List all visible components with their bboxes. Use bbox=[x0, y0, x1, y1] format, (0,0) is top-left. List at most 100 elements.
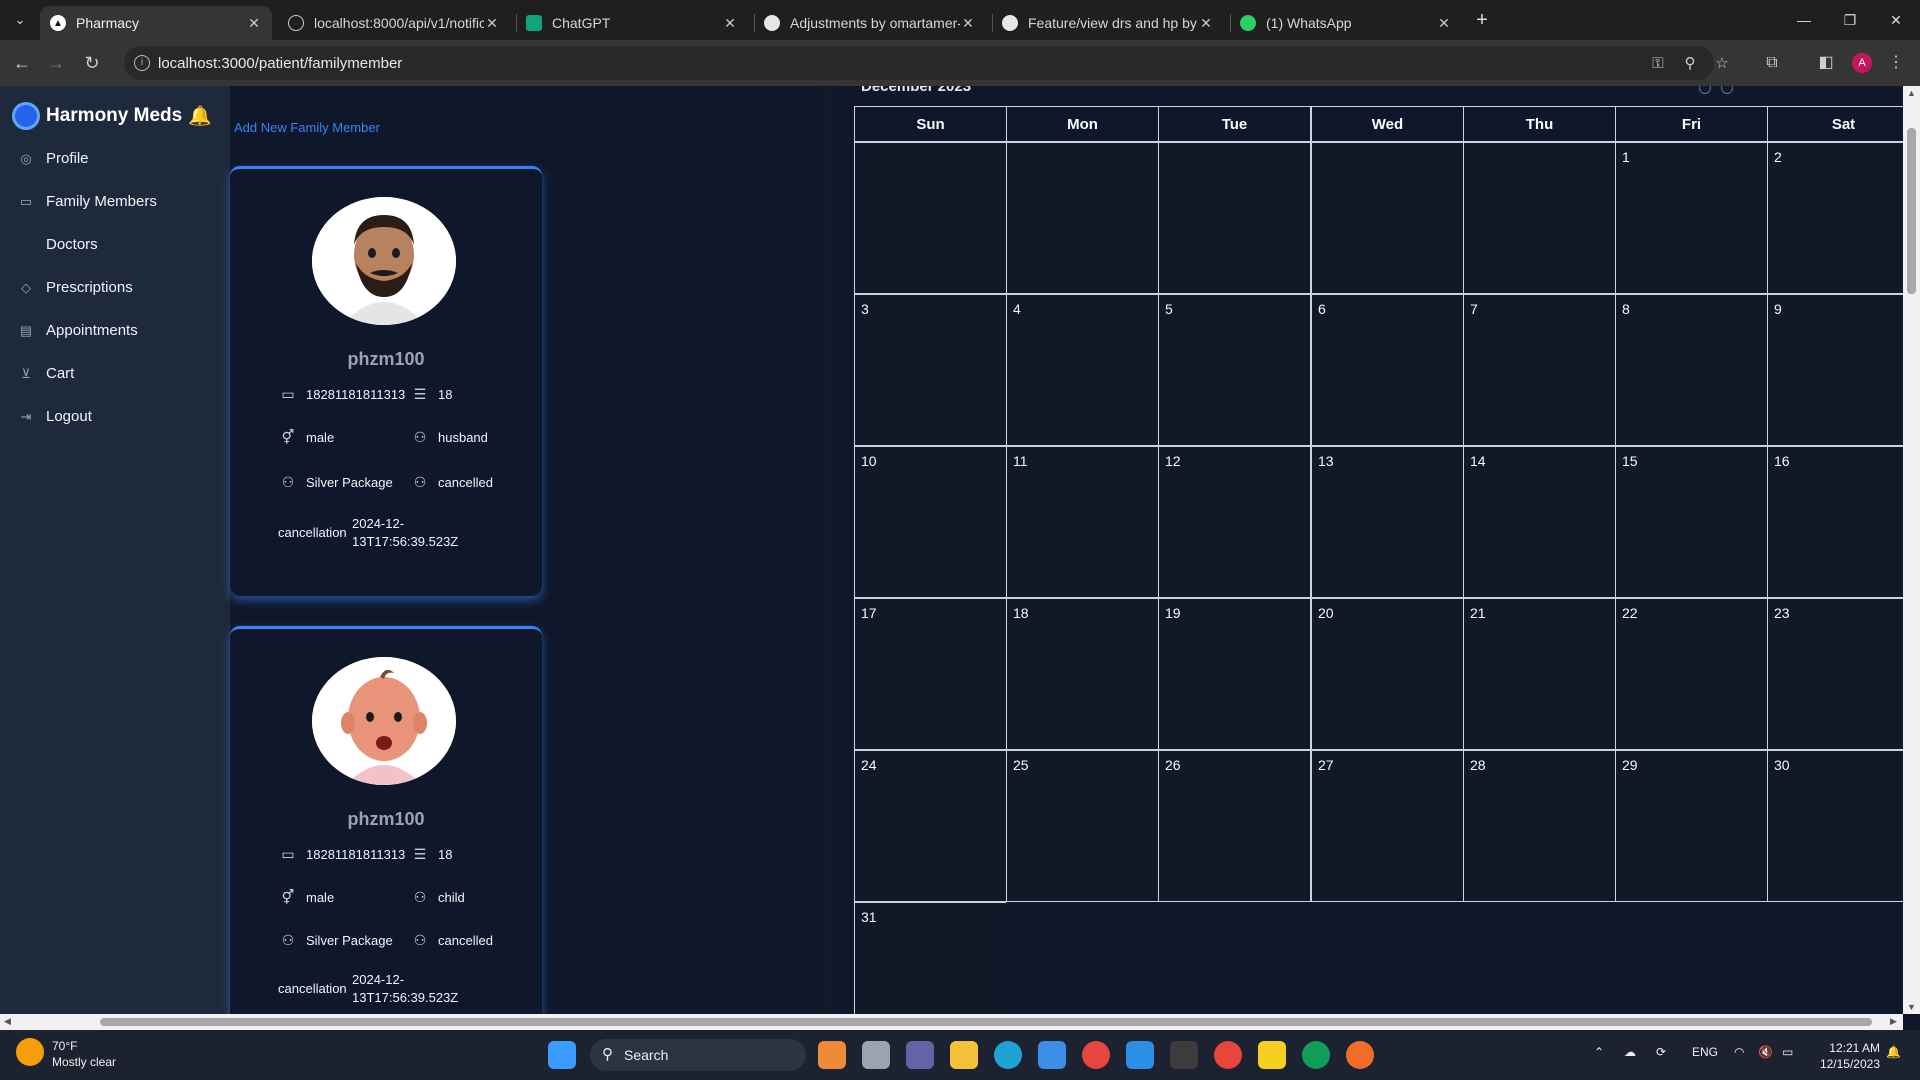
sidebar-item-cart[interactable]: ⊻ Cart bbox=[18, 365, 74, 382]
horizontal-scrollbar[interactable]: ◀ ▶ bbox=[0, 1014, 1903, 1030]
calendar-day-cell[interactable]: 28 bbox=[1463, 750, 1616, 902]
chrome-profile-icon[interactable] bbox=[1214, 1041, 1242, 1069]
calendar-day-cell[interactable]: 13 bbox=[1311, 446, 1464, 598]
scroll-down-arrow-icon[interactable]: ▼ bbox=[1907, 1002, 1916, 1012]
tab-notifications-api[interactable]: localhost:8000/api/v1/notificati ✕ bbox=[278, 6, 510, 40]
sidebar-item-profile[interactable]: ◎ Profile bbox=[18, 150, 88, 167]
calendar-day-cell[interactable] bbox=[1311, 142, 1464, 294]
site-info-icon[interactable]: i bbox=[134, 55, 150, 71]
calendar-day-cell[interactable]: 9 bbox=[1767, 294, 1920, 446]
add-family-member-link[interactable]: Add New Family Member bbox=[234, 120, 380, 135]
calendar-day-cell[interactable] bbox=[1463, 142, 1616, 294]
close-tab-icon[interactable]: ✕ bbox=[960, 15, 976, 32]
calendar-day-cell[interactable]: 17 bbox=[854, 598, 1007, 750]
sidebar-item-doctors[interactable]: Doctors bbox=[18, 236, 98, 253]
copilot-icon[interactable] bbox=[818, 1041, 846, 1069]
calendar-day-cell[interactable]: 14 bbox=[1463, 446, 1616, 598]
sidebar-item-prescriptions[interactable]: ◇ Prescriptions bbox=[18, 279, 133, 296]
calendar-day-cell[interactable]: 27 bbox=[1311, 750, 1464, 902]
tab-github-adjustments[interactable]: Adjustments by omartamer-git ✕ bbox=[754, 6, 986, 40]
sync-icon[interactable]: ⟳ bbox=[1656, 1045, 1666, 1059]
calendar-day-cell[interactable]: 7 bbox=[1463, 294, 1616, 446]
teams-chat-icon[interactable] bbox=[906, 1041, 934, 1069]
profile-avatar[interactable]: A bbox=[1852, 53, 1872, 73]
calendar-day-cell[interactable]: 22 bbox=[1615, 598, 1768, 750]
vertical-scroll-thumb[interactable] bbox=[1907, 128, 1916, 294]
calendar-prev-icon[interactable] bbox=[1699, 86, 1711, 94]
calendar-day-cell[interactable]: 2 bbox=[1767, 142, 1920, 294]
sidebar-item-appointments[interactable]: ▤ Appointments bbox=[18, 322, 138, 339]
calendar-day-cell[interactable]: 20 bbox=[1311, 598, 1464, 750]
calendar-day-cell[interactable]: 8 bbox=[1615, 294, 1768, 446]
calendar-day-cell[interactable] bbox=[854, 142, 1007, 294]
calendar-day-cell[interactable] bbox=[1158, 142, 1311, 294]
file-explorer-icon[interactable] bbox=[950, 1041, 978, 1069]
calendar-day-cell[interactable]: 1 bbox=[1615, 142, 1768, 294]
reload-icon[interactable]: ↻ bbox=[80, 51, 104, 75]
windows-start-icon[interactable] bbox=[548, 1041, 576, 1069]
vertical-scrollbar[interactable]: ▲ ▼ bbox=[1903, 86, 1920, 1014]
sidebar-item-logout[interactable]: ⇥ Logout bbox=[18, 408, 92, 425]
tab-whatsapp[interactable]: (1) WhatsApp ✕ bbox=[1230, 6, 1462, 40]
notification-bell-icon[interactable]: 🔔 bbox=[188, 104, 212, 128]
vscode-icon[interactable] bbox=[1126, 1041, 1154, 1069]
edge-icon[interactable] bbox=[994, 1041, 1022, 1069]
language-indicator[interactable]: ENG bbox=[1692, 1045, 1718, 1059]
calendar-day-cell[interactable]: 24 bbox=[854, 750, 1007, 902]
tray-chevron-up-icon[interactable]: ⌃ bbox=[1594, 1045, 1604, 1059]
calendar-day-cell[interactable] bbox=[1006, 142, 1159, 294]
calendar-day-cell[interactable]: 4 bbox=[1006, 294, 1159, 446]
horizontal-scroll-thumb[interactable] bbox=[100, 1018, 1872, 1026]
back-arrow-icon[interactable]: ← bbox=[10, 51, 34, 75]
system-clock[interactable]: 12:21 AM 12/15/2023 bbox=[1814, 1040, 1880, 1072]
url-omnibox[interactable]: i localhost:3000/patient/familymember ⚿ … bbox=[124, 46, 1729, 80]
calendar-day-cell[interactable]: 19 bbox=[1158, 598, 1311, 750]
bookmark-star-icon[interactable]: ☆ bbox=[1712, 54, 1732, 74]
close-tab-icon[interactable]: ✕ bbox=[722, 15, 738, 32]
postman-icon[interactable] bbox=[1346, 1041, 1374, 1069]
calendar-day-cell[interactable]: 18 bbox=[1006, 598, 1159, 750]
chrome-icon[interactable] bbox=[1082, 1041, 1110, 1069]
calendar-day-cell[interactable]: 29 bbox=[1615, 750, 1768, 902]
sidebar-item-family-members[interactable]: ▭ Family Members bbox=[18, 193, 157, 210]
calendar-day-cell[interactable]: 15 bbox=[1615, 446, 1768, 598]
calendar-next-icon[interactable] bbox=[1721, 86, 1733, 94]
close-tab-icon[interactable]: ✕ bbox=[1198, 15, 1214, 32]
scroll-left-arrow-icon[interactable]: ◀ bbox=[4, 1016, 11, 1027]
calendar-day-cell[interactable]: 26 bbox=[1158, 750, 1311, 902]
close-tab-icon[interactable]: ✕ bbox=[246, 15, 262, 32]
password-key-icon[interactable]: ⚿ bbox=[1648, 54, 1668, 74]
window-close-icon[interactable]: ✕ bbox=[1878, 8, 1914, 32]
zoom-icon[interactable]: ⚲ bbox=[1680, 54, 1700, 74]
forward-arrow-icon[interactable]: → bbox=[44, 51, 68, 75]
battery-icon[interactable]: ▭ bbox=[1782, 1045, 1793, 1059]
calendar-day-cell[interactable]: 10 bbox=[854, 446, 1007, 598]
calendar-day-cell[interactable]: 11 bbox=[1006, 446, 1159, 598]
scroll-right-arrow-icon[interactable]: ▶ bbox=[1890, 1016, 1897, 1027]
minimize-icon[interactable]: — bbox=[1786, 8, 1822, 32]
side-panel-icon[interactable]: ◧ bbox=[1814, 51, 1838, 75]
browser-menu-icon[interactable]: ⋮ bbox=[1884, 51, 1908, 75]
sticky-notes-icon[interactable] bbox=[1258, 1041, 1286, 1069]
tab-github-feature[interactable]: Feature/view drs and hp by abd ✕ bbox=[992, 6, 1224, 40]
close-tab-icon[interactable]: ✕ bbox=[484, 15, 500, 32]
calendar-day-cell[interactable]: 21 bbox=[1463, 598, 1616, 750]
calendar-day-cell[interactable]: 16 bbox=[1767, 446, 1920, 598]
weather-widget[interactable]: 70°F Mostly clear bbox=[16, 1038, 116, 1070]
calendar-day-cell[interactable]: 23 bbox=[1767, 598, 1920, 750]
scroll-up-arrow-icon[interactable]: ▲ bbox=[1907, 88, 1916, 98]
calendar-day-cell[interactable]: 31 bbox=[854, 902, 1007, 1014]
calendar-day-cell[interactable]: 25 bbox=[1006, 750, 1159, 902]
calendar-day-cell[interactable]: 30 bbox=[1767, 750, 1920, 902]
restore-icon[interactable]: ❐ bbox=[1832, 8, 1868, 32]
tab-chatgpt[interactable]: ChatGPT ✕ bbox=[516, 6, 748, 40]
tab-pharmacy[interactable]: ▲ Pharmacy ✕ bbox=[40, 6, 272, 40]
volume-muted-icon[interactable]: 🔇 bbox=[1758, 1045, 1773, 1059]
terminal-icon[interactable] bbox=[1170, 1041, 1198, 1069]
wifi-icon[interactable]: ◠ bbox=[1734, 1045, 1744, 1059]
calendar-day-cell[interactable]: 5 bbox=[1158, 294, 1311, 446]
brand[interactable]: Harmony Meds 🔔 bbox=[12, 102, 212, 130]
calendar-day-cell[interactable]: 12 bbox=[1158, 446, 1311, 598]
taskbar-search[interactable]: ⚲ Search bbox=[590, 1039, 806, 1071]
close-tab-icon[interactable]: ✕ bbox=[1436, 15, 1452, 32]
